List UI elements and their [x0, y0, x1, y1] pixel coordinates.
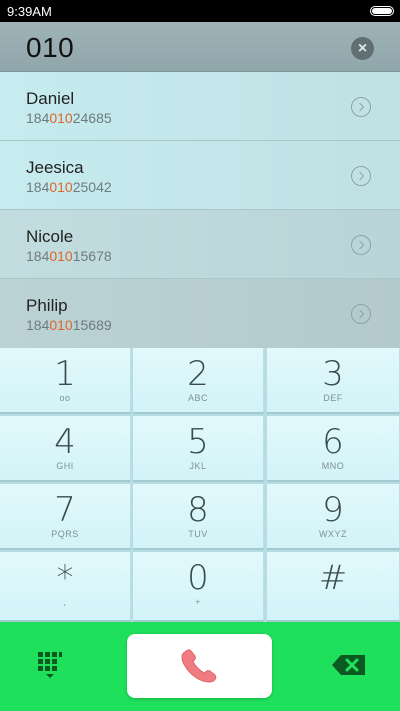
contact-name: Philip — [26, 296, 68, 315]
key-2[interactable]: 2 ABC — [133, 348, 264, 414]
key-hash[interactable]: # — [267, 552, 400, 622]
contact-name: Nicole — [26, 227, 74, 246]
key-star[interactable]: *, — [0, 552, 131, 622]
key-5[interactable]: 5 JKL — [133, 416, 264, 482]
contact-row[interactable]: Jeesica 18401025042 — [0, 141, 400, 210]
dial-keypad: 1 ᴏᴏ 2 ABC 3 DEF 4 GHI 5 JKL 6 MNO 7 PQRS 8 TUV … — [0, 348, 400, 622]
backspace-icon[interactable] — [331, 654, 367, 676]
key-1[interactable]: 1 ᴏᴏ — [0, 348, 131, 414]
status-time: 9:39AM — [7, 4, 52, 19]
contact-number: 18401025042 — [26, 179, 112, 195]
voicemail-icon: ᴏᴏ — [59, 393, 71, 403]
chevron-right-icon[interactable] — [351, 304, 371, 324]
contact-number: 18401015689 — [26, 317, 112, 333]
contact-row[interactable]: Daniel 18401024685 — [0, 72, 400, 141]
key-4[interactable]: 4 GHI — [0, 416, 131, 482]
contact-name: Jeesica — [26, 158, 84, 177]
chevron-right-icon[interactable] — [351, 166, 371, 186]
key-3[interactable]: 3 DEF — [267, 348, 400, 414]
dialpad-grid-icon[interactable] — [38, 652, 62, 678]
contact-row[interactable]: Philip 18401015689 — [0, 279, 400, 348]
key-9[interactable]: 9 WXYZ — [267, 484, 400, 550]
key-8[interactable]: 8 TUV — [133, 484, 264, 550]
contact-name: Daniel — [26, 89, 75, 108]
action-bar — [0, 622, 400, 711]
contact-number: 18401024685 — [26, 110, 112, 126]
key-7[interactable]: 7 PQRS — [0, 484, 131, 550]
dialed-number: 010 — [26, 32, 75, 63]
battery-icon — [370, 6, 394, 16]
dial-input-bar: 010 × — [0, 22, 400, 72]
clear-input-button[interactable]: × — [351, 37, 374, 60]
chevron-right-icon[interactable] — [351, 235, 371, 255]
chevron-right-icon[interactable] — [351, 97, 371, 117]
key-0[interactable]: 0 + — [133, 552, 264, 622]
contact-suggestions: Daniel 18401024685 Jeesica 18401025042 N… — [0, 72, 400, 348]
status-bar: 9:39AM — [0, 0, 400, 22]
contact-number: 18401015678 — [26, 248, 112, 264]
key-6[interactable]: 6 MNO — [267, 416, 400, 482]
contact-row[interactable]: Nicole 18401015678 — [0, 210, 400, 279]
call-button[interactable] — [127, 634, 272, 698]
phone-handset-icon — [181, 649, 217, 683]
